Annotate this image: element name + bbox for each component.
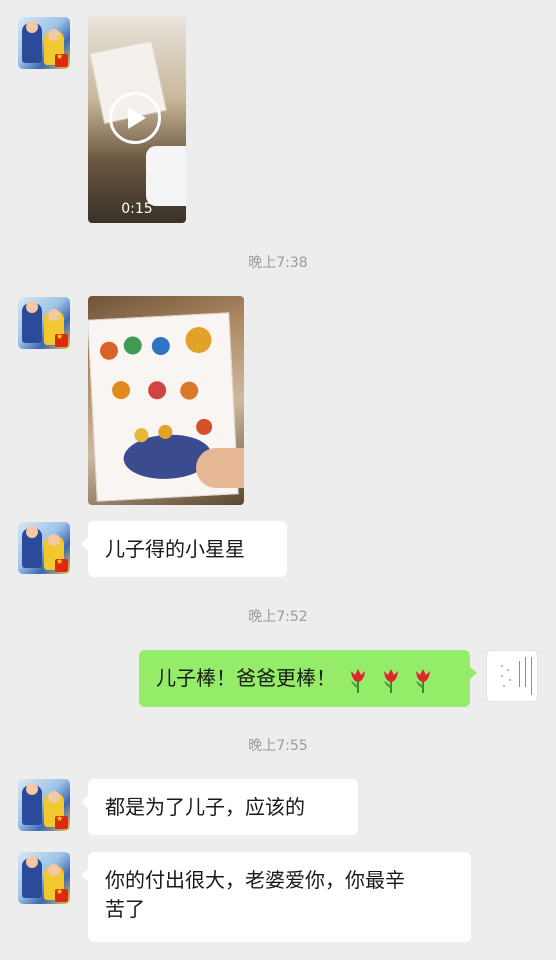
incoming-message-bubble[interactable]: 你的付出很大，老婆爱你，你最辛 苦了 [81,852,471,942]
contact-avatar[interactable] [18,852,70,904]
china-flag-badge [55,52,68,67]
video-message[interactable]: 0:15 [88,16,186,223]
incoming-message-bubble[interactable]: 儿子得的小星星 [81,521,287,577]
my-avatar[interactable] [486,650,538,702]
message-text: 儿子棒！爸爸更棒！ [156,666,336,690]
china-flag-badge [55,557,68,572]
tulip-emoji [351,668,366,693]
message-text: 儿子得的小星星 [105,537,245,561]
message-text-line: 你的付出很大，老婆爱你，你最辛 [105,868,405,892]
timestamp: 晚上7:52 [248,609,308,625]
incoming-message-bubble[interactable]: 都是为了儿子，应该的 [81,779,358,835]
tulip-emoji [383,668,398,693]
message-text-line: 苦了 [105,897,145,921]
image-message[interactable] [88,296,244,505]
contact-avatar[interactable] [18,17,70,69]
play-icon[interactable] [109,92,161,144]
outgoing-message-bubble[interactable]: 儿子棒！爸爸更棒！ [139,650,477,707]
china-flag-badge [55,887,68,902]
timestamp: 晚上7:55 [248,738,308,754]
contact-avatar[interactable] [18,297,70,349]
contact-avatar[interactable] [18,522,70,574]
video-duration: 0:15 [121,201,153,217]
timestamp: 晚上7:38 [248,255,308,271]
tulip-emoji [416,668,431,693]
china-flag-badge [55,332,68,347]
contact-avatar[interactable] [18,779,70,831]
china-flag-badge [55,814,68,829]
message-text: 都是为了儿子，应该的 [105,795,305,819]
